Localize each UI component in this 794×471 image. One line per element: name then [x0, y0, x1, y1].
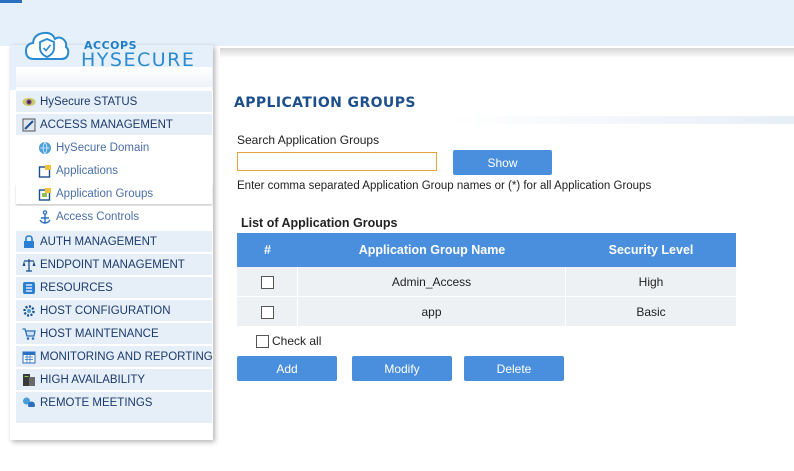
- security-level-cell: Basic: [566, 297, 736, 327]
- check-all-checkbox[interactable]: [256, 334, 269, 348]
- applications-icon: [38, 164, 52, 178]
- sidebar-item-hysecure-domain[interactable]: HySecure Domain: [16, 137, 212, 158]
- menu-top-fade: [16, 67, 212, 87]
- group-name-cell: Admin_Access: [298, 267, 566, 297]
- domain-globe-icon: [38, 141, 52, 155]
- sidebar-item-label: Access Controls: [56, 210, 140, 223]
- application-groups-table: # Application Group Name Security Level …: [237, 233, 736, 327]
- scale-icon: [22, 258, 36, 272]
- sidebar-item-label: ENDPOINT MANAGEMENT: [40, 258, 185, 271]
- search-input[interactable]: [237, 152, 437, 171]
- calendar-icon: [22, 350, 36, 364]
- gear-icon: [22, 304, 36, 318]
- sidebar-item-host-configuration[interactable]: HOST CONFIGURATION: [16, 300, 212, 321]
- table-header-row: # Application Group Name Security Level: [237, 233, 736, 267]
- check-all-label: Check all: [272, 334, 322, 348]
- group-name-cell: app: [298, 297, 566, 327]
- table-row: app Basic: [237, 297, 736, 327]
- corner-accent: [0, 0, 22, 3]
- menu-bottom-bar: [16, 407, 212, 423]
- sidebar-item-label: HySecure Domain: [56, 141, 150, 154]
- column-header-name[interactable]: Application Group Name: [298, 233, 566, 267]
- column-header-number: #: [237, 233, 298, 267]
- sidebar-item-endpoint-management[interactable]: ENDPOINT MANAGEMENT: [16, 254, 212, 275]
- sidebar-item-label: HOST CONFIGURATION: [40, 304, 171, 317]
- cart-icon: [22, 327, 36, 341]
- sidebar-item-label: Applications: [56, 164, 119, 177]
- sidebar-item-applications[interactable]: Applications: [16, 160, 212, 181]
- sidebar-item-monitoring-and-reporting[interactable]: MONITORING AND REPORTING: [16, 346, 213, 367]
- nav-menu-panel: HySecure STATUS ACCESS MANAGEMENT HySecu…: [16, 67, 213, 425]
- sidebar-item-hysecure-status[interactable]: HySecure STATUS: [16, 91, 212, 112]
- nav-menu: HySecure STATUS ACCESS MANAGEMENT HySecu…: [16, 91, 213, 415]
- row-select-cell: [237, 297, 298, 327]
- access-management-icon: [22, 118, 36, 132]
- lock-icon: [22, 234, 36, 249]
- show-button[interactable]: Show: [453, 150, 552, 175]
- modify-button[interactable]: Modify: [352, 356, 452, 381]
- table-row: Admin_Access High: [237, 267, 736, 297]
- row-checkbox[interactable]: [260, 275, 274, 289]
- search-label: Search Application Groups: [237, 133, 380, 147]
- sidebar-item-label: RESOURCES: [40, 281, 113, 294]
- sidebar-item-label: HIGH AVAILABILITY: [40, 373, 146, 386]
- title-rule: [450, 116, 794, 124]
- resources-grid-icon: [22, 281, 36, 295]
- sidebar-item-application-groups[interactable]: Application Groups: [16, 183, 212, 204]
- page-title: APPLICATION GROUPS: [234, 95, 416, 111]
- list-title: List of Application Groups: [241, 216, 398, 230]
- add-button[interactable]: Add: [237, 356, 337, 381]
- row-select-cell: [237, 267, 298, 297]
- delete-button[interactable]: Delete: [464, 356, 564, 381]
- sidebar-item-label: ACCESS MANAGEMENT: [40, 118, 173, 131]
- sidebar-item-label: AUTH MANAGEMENT: [40, 235, 157, 248]
- sidebar-item-label: Application Groups: [56, 187, 154, 200]
- sidebar-item-label: HOST MAINTENANCE: [40, 327, 159, 340]
- cloud-shield-icon: [24, 31, 70, 60]
- server-icon: [22, 373, 36, 387]
- sidebar-item-auth-management[interactable]: AUTH MANAGEMENT: [16, 231, 212, 252]
- security-level-cell: High: [566, 267, 736, 297]
- sidebar: ACCOPS HYSECURE HySecure STATUS ACCESS M…: [10, 31, 213, 440]
- check-all-control[interactable]: Check all: [256, 334, 321, 348]
- sidebar-item-host-maintenance[interactable]: HOST MAINTENANCE: [16, 323, 212, 344]
- row-checkbox[interactable]: [260, 305, 274, 319]
- status-eye-icon: [22, 95, 36, 109]
- sidebar-item-label: HySecure STATUS: [40, 95, 138, 108]
- anchor-icon: [38, 209, 52, 224]
- search-hint: Enter comma separated Application Group …: [237, 180, 652, 192]
- application-groups-icon: [38, 187, 52, 201]
- sidebar-item-resources[interactable]: RESOURCES: [16, 277, 212, 298]
- sidebar-item-access-controls[interactable]: Access Controls: [16, 206, 212, 227]
- column-header-security-level[interactable]: Security Level: [566, 233, 736, 267]
- sidebar-item-label: MONITORING AND REPORTING: [40, 350, 213, 363]
- content-shadow: [220, 48, 794, 58]
- sidebar-item-access-management[interactable]: ACCESS MANAGEMENT: [16, 114, 212, 135]
- sidebar-item-high-availability[interactable]: HIGH AVAILABILITY: [16, 369, 212, 390]
